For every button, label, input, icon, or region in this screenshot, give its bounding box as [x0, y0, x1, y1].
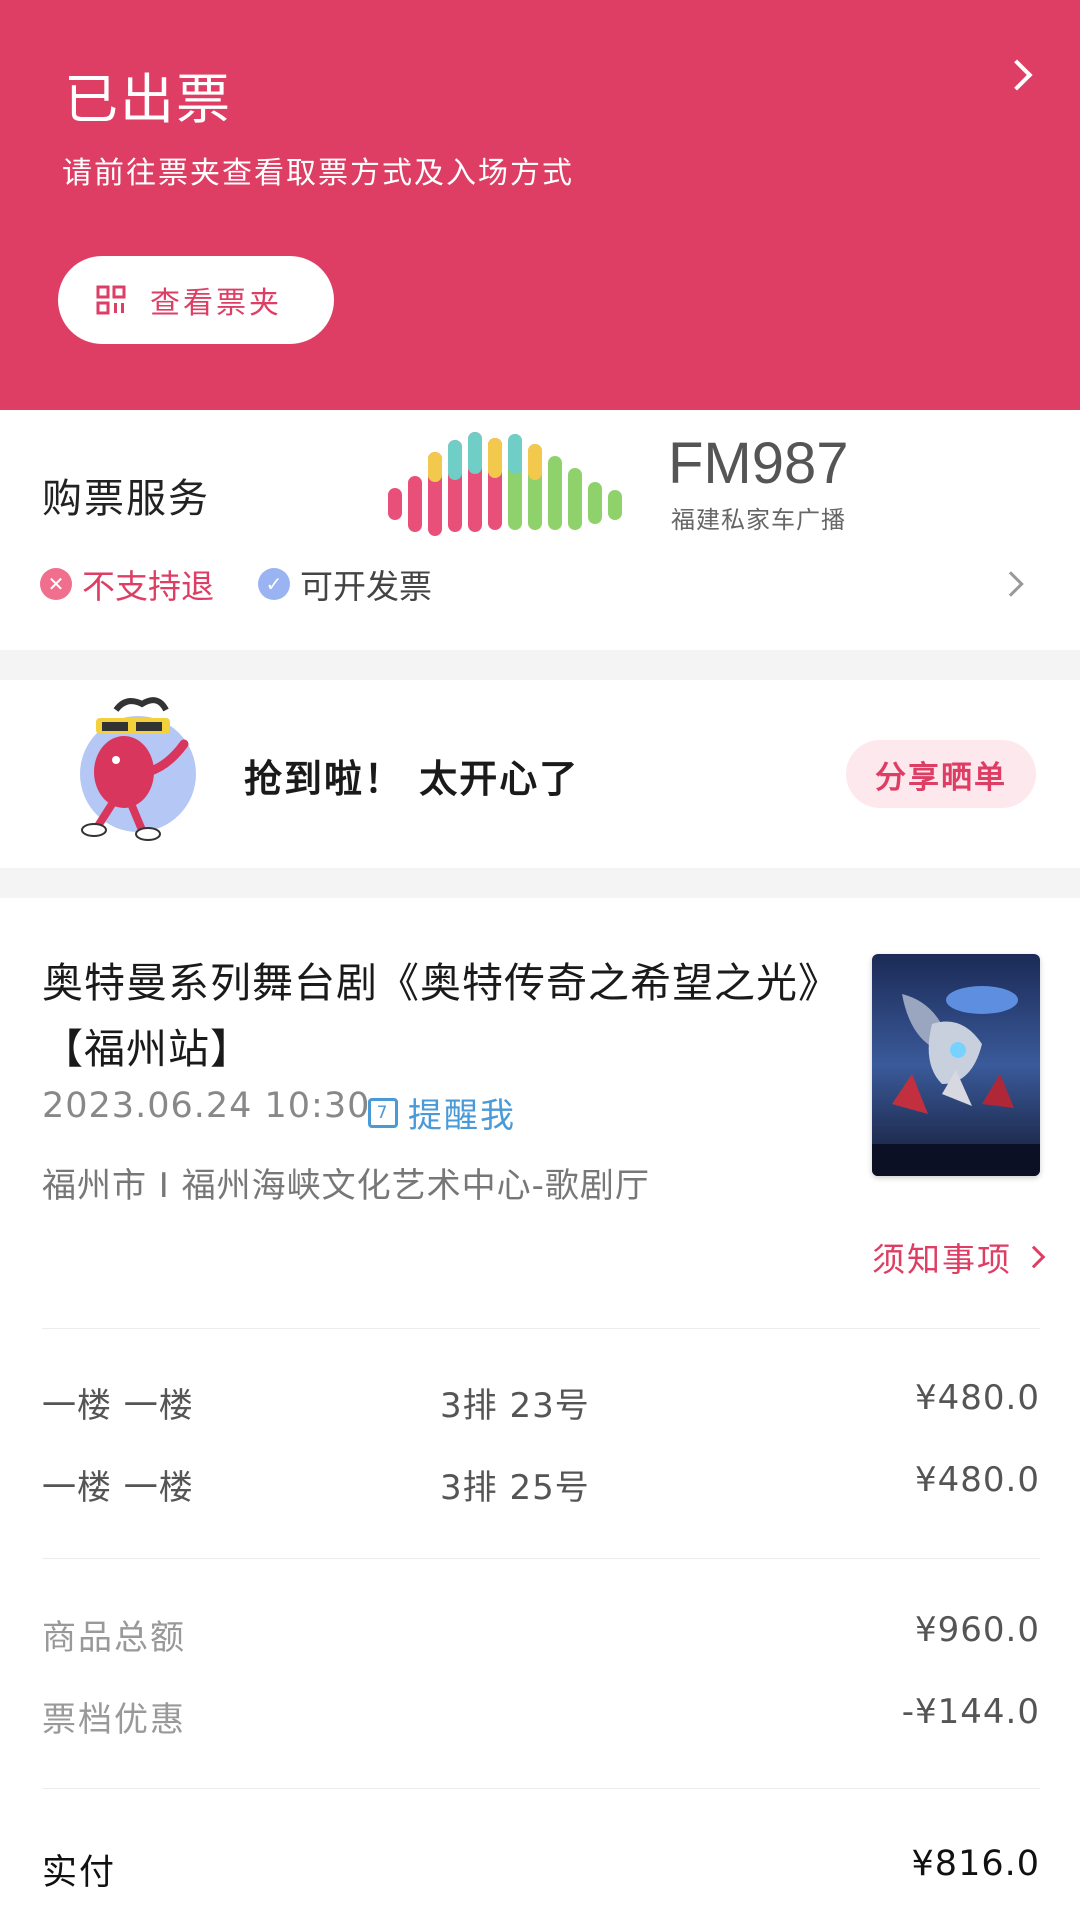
ticket-price: ¥480.0	[915, 1460, 1040, 1500]
ticket-area: 一楼 一楼	[42, 1386, 194, 1426]
show-venue: 福州市 I 福州海峡文化艺术中心-歌剧厅	[42, 1166, 650, 1206]
show-info-section: 奥特曼系列舞台剧《奥特传奇之希望之光》【福州站】 2023.06.24 10:3…	[0, 898, 1080, 1921]
check-circle-icon: ✓	[258, 568, 290, 600]
subtotal-label: 商品总额	[42, 1618, 186, 1658]
divider	[42, 1558, 1040, 1559]
notice-label: 须知事项	[872, 1240, 1012, 1279]
logo-subtext: 福建私家车广播	[671, 506, 846, 534]
section-gap	[0, 868, 1080, 898]
paid-label: 实付	[42, 1853, 117, 1893]
order-detail-page: 已出票 请前往票夹查看取票方式及入场方式 查看票夹 购票服务 FM987 福建私…	[0, 0, 1080, 1921]
subtotal-value: ¥960.0	[915, 1610, 1040, 1650]
sound-bars-icon	[388, 432, 622, 536]
chevron-right-icon	[1022, 1245, 1046, 1269]
ticket-seat: 3排 25号	[440, 1468, 590, 1508]
ticket-price: ¥480.0	[915, 1378, 1040, 1418]
divider	[42, 1788, 1040, 1789]
logo-text: FM987	[668, 431, 849, 496]
show-poster-image[interactable]	[872, 954, 1040, 1176]
ticket-seat: 3排 23号	[440, 1386, 590, 1426]
share-order-button[interactable]: 分享晒单	[846, 740, 1036, 808]
chevron-right-icon[interactable]	[1001, 59, 1033, 91]
qr-grid-icon	[96, 285, 126, 315]
mascot-icon	[80, 697, 196, 841]
show-name: 奥特曼系列舞台剧《奥特传奇之希望之光》【福州站】	[42, 959, 820, 1073]
invoice-label: 可开发票	[300, 567, 432, 606]
discount-label: 票档优惠	[42, 1700, 186, 1740]
remind-me-button[interactable]: 7 提醒我	[368, 1088, 516, 1137]
status-subtitle: 请前往票夹查看取票方式及入场方式	[62, 156, 574, 191]
show-datetime: 2023.06.24 10:30	[42, 1086, 371, 1126]
section-gap	[0, 650, 1080, 680]
calendar-icon: 7	[368, 1097, 398, 1128]
view-ticket-folder-button[interactable]: 查看票夹	[58, 256, 334, 344]
invoice-tag: ✓ 可开发票	[258, 560, 432, 608]
share-message: 抢到啦！ 太开心了	[244, 757, 580, 801]
notice-link[interactable]: 须知事项	[872, 1233, 1046, 1281]
paid-value: ¥816.0	[911, 1844, 1040, 1884]
view-ticket-folder-label: 查看票夹	[150, 286, 282, 321]
share-card: 抢到啦！ 太开心了 分享晒单	[0, 680, 1080, 868]
service-title: 购票服务	[42, 476, 210, 522]
discount-value: -¥144.0	[901, 1692, 1040, 1732]
no-refund-tag: ✕ 不支持退	[40, 560, 214, 608]
chevron-right-icon[interactable]	[998, 571, 1024, 597]
fm987-watermark-logo: FM987 福建私家车广播	[388, 430, 858, 540]
no-refund-label: 不支持退	[82, 567, 214, 606]
ticket-status-header[interactable]: 已出票 请前往票夹查看取票方式及入场方式 查看票夹	[0, 0, 1080, 410]
purchase-service-section[interactable]: 购票服务 FM987 福建私家车广播 ✕ 不支持退 ✓ 可开发票	[0, 410, 1080, 650]
x-circle-icon: ✕	[40, 568, 72, 600]
status-title: 已出票	[64, 68, 232, 131]
ticket-area: 一楼 一楼	[42, 1468, 194, 1508]
divider	[42, 1328, 1040, 1329]
remind-me-label: 提醒我	[408, 1096, 516, 1136]
